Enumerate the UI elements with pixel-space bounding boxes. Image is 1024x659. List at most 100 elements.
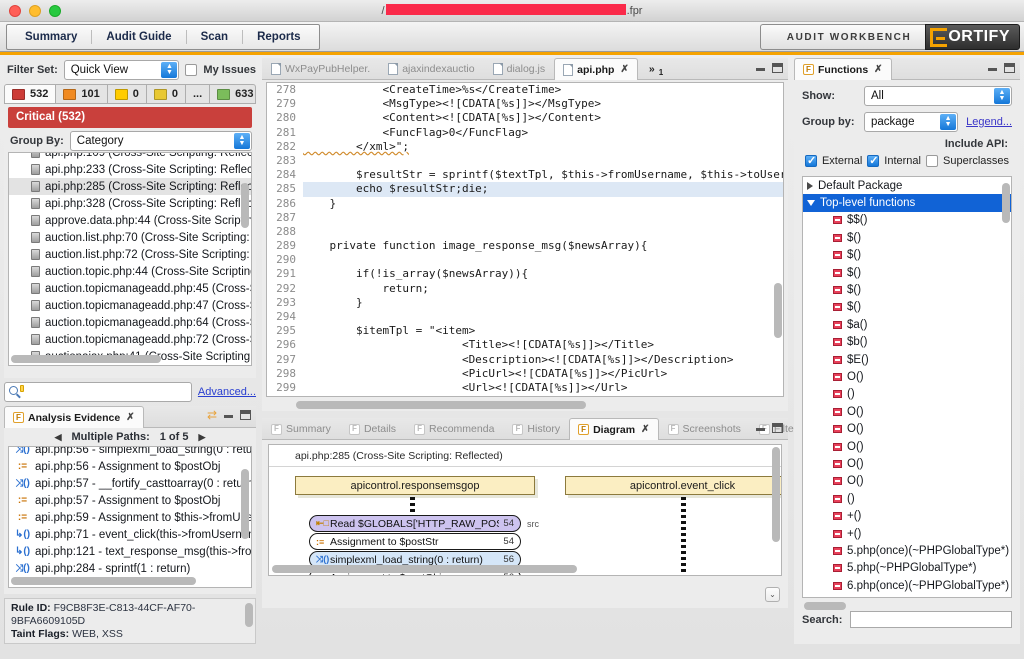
tab-functions[interactable]: F Functions ✗ [794,58,892,80]
severity-tab-low[interactable]: 0 [147,85,186,103]
prev-path-button[interactable]: ◀ [55,432,62,443]
evidence-vscrollbar[interactable] [241,449,249,575]
list-item[interactable]: auction.topicmanageadd.php:72 (Cross-S [9,331,251,348]
list-item[interactable]: api.php:328 (Cross-Site Scripting: Refle… [9,195,251,212]
list-item[interactable]: := api.php:56 - Assignment to $postObj [9,458,251,475]
tree-item-function[interactable]: $() [803,229,1011,246]
advanced-search-link[interactable]: Advanced... [198,386,256,398]
list-item[interactable]: ⤨() api.php:56 - simplexml_load_string(0 … [9,447,251,458]
code-vscrollbar[interactable] [774,283,782,392]
list-item[interactable]: approve.data.php:44 (Cross-Site Scriptin… [9,212,251,229]
issue-list[interactable]: api.php:109 (Cross-Site Scripting: Refle… [8,152,252,366]
tree-item-function[interactable]: 5.php(once)(~PHPGlobalType*) [803,542,1011,559]
close-icon[interactable]: ✗ [126,412,134,423]
tree-item-function[interactable]: $() [803,264,1011,281]
minimize-panel-icon[interactable] [224,415,233,418]
tab-api-php[interactable]: api.php ✗ [554,58,638,80]
tree-item-function[interactable]: () [803,490,1011,507]
list-item[interactable]: ↳() api.php:121 - text_response_msg(this-… [9,543,251,560]
diagram-vscrollbar[interactable] [772,447,780,563]
next-path-button[interactable]: ▶ [198,432,205,443]
external-checkbox[interactable] [804,154,817,167]
list-item[interactable]: auction.list.php:72 (Cross-Site Scriptin… [9,246,251,263]
tree-item-function[interactable]: () [803,386,1011,403]
tab-wxpaypubhelper[interactable]: WxPayPubHelper. [262,58,379,79]
list-item-selected[interactable]: api.php:285 (Cross-Site Scripting: Refle… [9,178,251,195]
tree-item-function[interactable]: 6.php(~PHPGlobalType*) [803,594,1011,597]
tree-item-function[interactable]: O() [803,455,1011,472]
tree-item-function[interactable]: O() [803,473,1011,490]
list-item[interactable]: auction.topicmanageadd.php:64 (Cross-S [9,314,251,331]
legend-link[interactable]: Legend... [966,116,1012,128]
issue-list-vscrollbar[interactable] [241,155,249,353]
severity-tab-all[interactable]: 633 [210,85,255,103]
group-by-select[interactable]: Category ▲ ▼ [69,131,252,151]
tree-item-function[interactable]: O() [803,403,1011,420]
menu-audit-guide[interactable]: Audit Guide [92,26,185,48]
link-views-icon[interactable]: ⇄ [207,408,217,422]
internal-checkbox[interactable] [867,154,880,167]
tree-item-function[interactable]: $() [803,247,1011,264]
list-item[interactable]: auction.list.php:70 (Cross-Site Scriptin… [9,229,251,246]
tab-details[interactable]: F Details [340,418,405,439]
maximize-panel-icon[interactable] [772,423,783,433]
diagram-canvas[interactable]: api.php:285 (Cross-Site Scripting: Refle… [268,444,782,576]
maximize-panel-icon[interactable] [1004,63,1015,73]
list-item[interactable]: := api.php:57 - Assignment to $postObj [9,492,251,509]
functions-search-input[interactable] [850,611,1012,628]
list-item[interactable]: auction.topic.php:44 (Cross-Site Scripti… [9,263,251,280]
minimize-panel-icon[interactable] [756,428,765,431]
list-item[interactable]: ⤨() api.php:57 - __fortify_casttoarray(0 … [9,475,251,492]
filter-set-select[interactable]: Quick View ▲ ▼ [63,60,180,80]
list-item[interactable]: api.php:109 (Cross-Site Scripting: Refle… [9,153,251,161]
show-select[interactable]: All ▲ ▼ [864,86,1012,106]
maximize-panel-icon[interactable] [772,63,783,73]
tab-ajaxindexauctio[interactable]: ajaxindexauctio [379,58,483,79]
tree-item-function[interactable]: +() [803,525,1011,542]
tree-item-function[interactable]: $() [803,299,1011,316]
tab-screenshots[interactable]: F Screenshots [659,418,750,439]
tab-overflow-button[interactable]: » 1 [638,58,672,79]
tree-item-function[interactable]: $b() [803,334,1011,351]
tree-item-function[interactable]: $$() [803,212,1011,229]
rule-info-vscrollbar[interactable] [245,603,253,639]
list-item[interactable]: auction.topicmanageadd.php:45 (Cross-S [9,280,251,297]
superclasses-checkbox[interactable] [926,155,938,167]
list-item[interactable]: := api.php:59 - Assignment to $this->from… [9,509,251,526]
menu-reports[interactable]: Reports [243,26,314,48]
tab-summary[interactable]: F Summary [262,418,340,439]
tab-dialog-js[interactable]: dialog.js [484,58,555,79]
search-input[interactable] [4,382,192,402]
menu-summary[interactable]: Summary [11,26,91,48]
list-item[interactable]: ⤨() api.php:284 - sprintf(1 : return) [9,560,251,577]
maximize-panel-icon[interactable] [240,410,251,420]
tree-item-function[interactable]: 5.php(~PHPGlobalType*) [803,560,1011,577]
list-item[interactable]: api.php:233 (Cross-Site Scripting: Refle… [9,161,251,178]
menu-scan[interactable]: Scan [187,26,243,48]
functions-tree[interactable]: Default Package Top-level functions $$()… [802,176,1012,598]
list-item[interactable]: auction.topicmanageadd.php:47 (Cross-S [9,297,251,314]
functions-hscrollbar[interactable] [804,602,996,610]
tree-item-function[interactable]: O() [803,438,1011,455]
close-icon[interactable]: ✗ [874,64,882,75]
tree-item-function[interactable]: $E() [803,351,1011,368]
tree-item-function[interactable]: O() [803,368,1011,385]
swimlane-responsemsgop[interactable]: apicontrol.responsemsgop [295,476,535,495]
tree-item-function[interactable]: 6.php(once)(~PHPGlobalType*) [803,577,1011,594]
code-view[interactable]: 278 <CreateTime>%s</CreateTime> 279 <Msg… [266,82,784,397]
tree-group-default-package[interactable]: Default Package [803,177,1011,194]
severity-tab-more[interactable]: ... [186,85,211,103]
tab-diagram[interactable]: F Diagram ✗ [569,418,659,440]
evidence-list[interactable]: ⤨() api.php:56 - simplexml_load_string(0 … [8,446,252,588]
minimize-panel-icon[interactable] [756,68,765,71]
issue-list-hscrollbar[interactable] [11,355,237,363]
severity-tab-critical[interactable]: 532 [5,85,57,103]
close-icon[interactable]: ✗ [620,64,628,75]
tree-group-top-level-functions[interactable]: Top-level functions [803,194,1011,212]
diagram-node-read-globals[interactable]: ⇤□ Read $GLOBALS['HTTP_RAW_POS... 54 [309,515,521,532]
tree-item-function[interactable]: $a() [803,316,1011,333]
minimize-panel-icon[interactable] [988,68,997,71]
close-icon[interactable]: ✗ [641,424,649,435]
tree-item-function[interactable]: $() [803,281,1011,298]
my-issues-checkbox[interactable] [185,64,198,76]
